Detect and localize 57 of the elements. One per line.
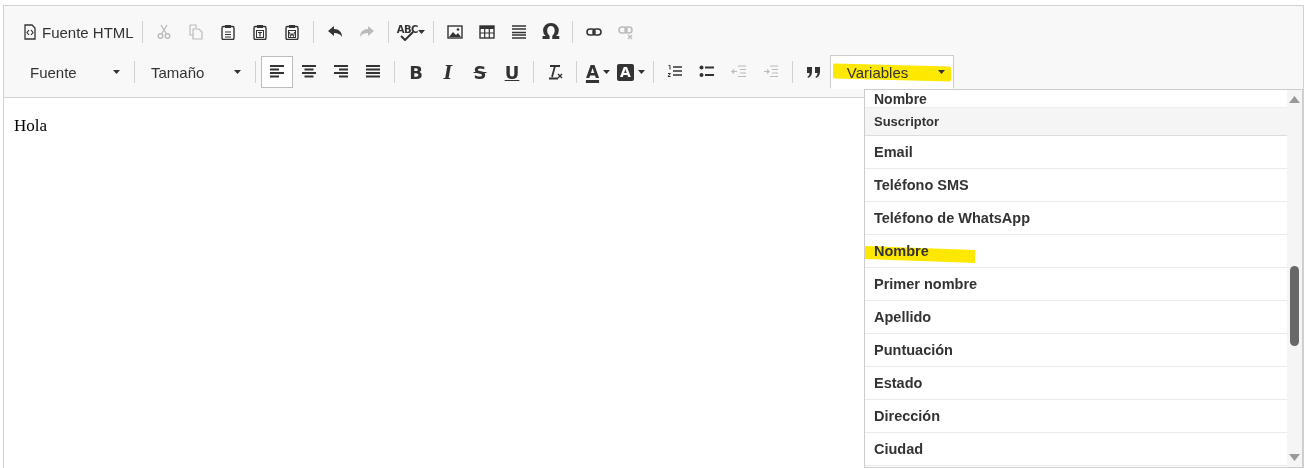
- bullet-list-icon: [698, 64, 715, 80]
- menu-item[interactable]: Nombre: [874, 91, 927, 107]
- menu-item[interactable]: Teléfono de WhatsApp: [865, 202, 1287, 235]
- caret-icon: [417, 30, 425, 34]
- text-color-button[interactable]: A: [582, 56, 614, 88]
- source-button[interactable]: Fuente HTML: [19, 16, 137, 48]
- underline-button[interactable]: U: [496, 56, 528, 88]
- caret-icon: [637, 70, 645, 74]
- justify-icon: [365, 64, 381, 80]
- editor-text: Hola: [14, 116, 48, 136]
- caret-icon: [603, 70, 611, 74]
- group-header: Suscriptor: [865, 107, 1287, 136]
- clipboard-text-icon: [251, 24, 268, 40]
- caret-icon: [937, 70, 945, 74]
- scroll-up-icon[interactable]: [1289, 96, 1300, 103]
- menu-item[interactable]: Nombre: [865, 235, 1287, 268]
- copy-icon: [187, 24, 204, 40]
- spellcheck-button[interactable]: ABC: [393, 16, 428, 48]
- scissors-icon: [155, 24, 172, 40]
- clear-format-icon: [547, 64, 563, 80]
- menu-item[interactable]: Apellido: [865, 301, 1287, 334]
- strikethrough-button[interactable]: S: [464, 56, 496, 88]
- menu-item[interactable]: Puntuación: [865, 334, 1287, 367]
- menu-item[interactable]: Email: [865, 136, 1287, 169]
- scrollbar[interactable]: [1287, 90, 1302, 467]
- caret-icon: [113, 70, 120, 74]
- dropdown[interactable]: Fuente: [19, 55, 129, 89]
- check-icon: [399, 31, 414, 41]
- bold-button[interactable]: B: [400, 56, 432, 88]
- background-color-button[interactable]: A: [614, 56, 648, 88]
- table-icon: [478, 24, 495, 40]
- align-center-icon: [301, 64, 317, 80]
- numbered-list-icon: [666, 64, 683, 80]
- variables-dropdown[interactable]: Variables: [829, 55, 954, 89]
- scrollbar-thumb[interactable]: [1290, 266, 1299, 346]
- scroll-down-icon[interactable]: [1289, 454, 1300, 461]
- special-character-button[interactable]: Ω: [534, 16, 567, 48]
- menu-item[interactable]: Dirección: [865, 400, 1287, 433]
- italic-button[interactable]: I: [432, 56, 464, 88]
- outdent-icon: [730, 64, 747, 80]
- quote-icon: [805, 64, 822, 80]
- caret-icon: [234, 70, 241, 74]
- image-icon: [446, 24, 463, 40]
- align-left-icon: [269, 64, 285, 80]
- indent-icon: [762, 64, 779, 80]
- align-left-button[interactable]: [261, 56, 293, 88]
- code-file-icon: [22, 24, 38, 40]
- unlink-icon: [617, 24, 634, 40]
- menu-item[interactable]: Ciudad: [865, 433, 1287, 466]
- clipboard-word-icon: [283, 24, 300, 40]
- dropdown[interactable]: Tamaño: [140, 55, 250, 89]
- horizontal-lines-icon: [510, 24, 527, 40]
- menu-item[interactable]: Primer nombre: [865, 268, 1287, 301]
- menu-item[interactable]: Estado: [865, 367, 1287, 400]
- menu-item[interactable]: Teléfono SMS: [865, 169, 1287, 202]
- clipboard-icon: [219, 24, 236, 40]
- align-right-icon: [333, 64, 349, 80]
